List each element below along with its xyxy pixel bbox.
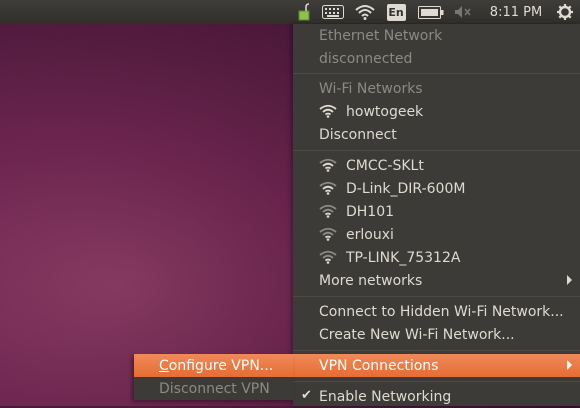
network-label: TP-LINK_75312A — [346, 249, 461, 266]
network-label: erlouxi — [346, 226, 394, 243]
ethernet-network-header: Ethernet Network — [293, 24, 580, 47]
wifi-network-howtogeek[interactable]: howtogeek — [293, 100, 580, 123]
wifi-network-item[interactable]: D-Link_DIR-600M — [293, 177, 580, 200]
network-label: D-Link_DIR-600M — [346, 180, 466, 197]
wifi-signal-icon — [319, 250, 337, 264]
submenu-arrow-icon — [567, 360, 572, 370]
volume-muted-icon[interactable] — [452, 0, 474, 24]
vpn-submenu: Configure VPN... Disconnect VPN — [134, 354, 293, 400]
gear-icon[interactable] — [554, 0, 576, 24]
network-manager-icon[interactable] — [294, 0, 314, 24]
separator — [293, 150, 580, 151]
wifi-icon[interactable] — [352, 0, 378, 24]
network-label: howtogeek — [346, 103, 424, 120]
battery-icon[interactable] — [416, 0, 446, 24]
separator — [293, 296, 580, 297]
keyboard-icon[interactable] — [320, 0, 346, 24]
separator — [293, 350, 580, 351]
configure-vpn-label: Configure VPN... — [159, 358, 273, 374]
network-menu: Ethernet Network disconnected Wi-Fi Netw… — [293, 24, 580, 406]
keyboard-layout-indicator[interactable]: En — [385, 0, 407, 24]
disconnect-label: Disconnect — [319, 126, 397, 143]
network-label: DH101 — [346, 203, 395, 220]
enable-networking-item[interactable]: ✔ Enable Networking — [293, 385, 580, 408]
wifi-network-item[interactable]: erlouxi — [293, 223, 580, 246]
network-label: CMCC-SKLt — [346, 157, 424, 174]
wifi-network-item[interactable]: TP-LINK_75312A — [293, 246, 580, 269]
wifi-networks-header: Wi-Fi Networks — [293, 77, 580, 100]
ethernet-header-label: Ethernet Network — [319, 27, 443, 44]
keyboard-layout-icon: En — [386, 3, 406, 21]
disconnect-button[interactable]: Disconnect — [293, 123, 580, 146]
create-new-network-item[interactable]: Create New Wi-Fi Network... — [293, 323, 580, 346]
disconnect-vpn-item: Disconnect VPN — [134, 377, 293, 400]
wifi-signal-icon — [319, 227, 337, 241]
connect-hidden-label: Connect to Hidden Wi-Fi Network... — [319, 303, 564, 320]
clock[interactable]: 8:11 PM — [484, 0, 548, 24]
disconnect-vpn-label: Disconnect VPN — [159, 380, 270, 397]
wifi-network-item[interactable]: DH101 — [293, 200, 580, 223]
configure-vpn-item[interactable]: Configure VPN... — [134, 354, 293, 377]
wifi-signal-icon — [319, 158, 337, 172]
top-panel: En 8:11 PM — [0, 0, 580, 24]
more-networks-item[interactable]: More networks — [293, 269, 580, 292]
vpn-connections-label: VPN Connections — [319, 357, 439, 374]
wifi-signal-icon — [319, 204, 337, 218]
checkmark-icon: ✔ — [301, 388, 312, 403]
accelerator-key: C — [159, 357, 169, 374]
enable-networking-label: Enable Networking — [319, 388, 452, 405]
submenu-arrow-icon — [567, 275, 572, 285]
wifi-header-label: Wi-Fi Networks — [319, 80, 423, 97]
wifi-network-item[interactable]: CMCC-SKLt — [293, 154, 580, 177]
connect-hidden-network-item[interactable]: Connect to Hidden Wi-Fi Network... — [293, 300, 580, 323]
configure-vpn-text: onfigure VPN... — [168, 357, 274, 374]
ethernet-status-label: disconnected — [319, 50, 413, 67]
separator — [293, 73, 580, 74]
more-networks-label: More networks — [319, 272, 423, 289]
separator — [293, 381, 580, 382]
wifi-signal-icon — [319, 181, 337, 195]
ethernet-status: disconnected — [293, 47, 580, 70]
create-new-label: Create New Wi-Fi Network... — [319, 326, 515, 343]
vpn-connections-item[interactable]: VPN Connections — [293, 354, 580, 377]
wifi-signal-icon — [319, 104, 337, 118]
